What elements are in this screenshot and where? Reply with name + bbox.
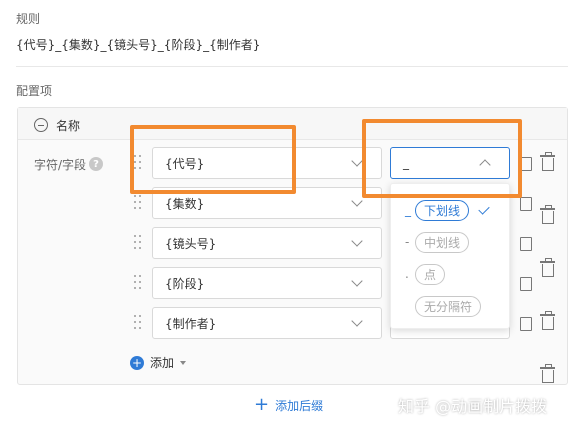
collapse-icon[interactable] (34, 118, 48, 132)
drag-handle-icon[interactable] (134, 195, 142, 211)
field-select-value: {集数} (165, 196, 205, 211)
caret-down-icon (180, 360, 187, 365)
highlight-box-separator (362, 119, 522, 198)
help-icon[interactable]: ? (89, 157, 103, 171)
option-symbol: _ (405, 203, 411, 217)
chevron-down-icon (351, 155, 363, 167)
highlight-box-field (130, 125, 296, 194)
rule-label: 规则 (16, 12, 41, 26)
check-icon (478, 202, 490, 215)
plus-icon: + (254, 394, 270, 415)
option-pill: 点 (415, 263, 446, 285)
option-pill: 下划线 (415, 199, 470, 221)
field-select-value: {阶段} (165, 276, 205, 291)
field-select[interactable]: {制作者} (152, 307, 382, 339)
copy-icon[interactable] (520, 317, 532, 331)
field-label: 字符/字段 (34, 158, 87, 172)
panel-title: 名称 (56, 119, 81, 133)
add-button[interactable]: + 添加 (130, 354, 187, 371)
drag-handle-icon[interactable] (134, 275, 142, 291)
delete-icon[interactable] (540, 311, 555, 330)
chevron-down-icon (351, 195, 363, 207)
field-select-value: {镜头号} (165, 236, 217, 251)
option-hyphen[interactable]: - 中划线 (391, 226, 509, 258)
config-label: 配置项 (16, 84, 53, 98)
drag-handle-icon[interactable] (134, 235, 142, 251)
add-suffix-button[interactable]: + 添加后缀 (254, 396, 323, 414)
option-symbol: - (405, 235, 410, 249)
chevron-down-icon (351, 275, 363, 287)
drag-handle-icon[interactable] (134, 315, 142, 331)
option-underscore[interactable]: _ 下划线 (391, 194, 509, 226)
option-dot[interactable]: . 点 (391, 258, 509, 290)
field-select[interactable]: {阶段} (152, 267, 382, 299)
option-none[interactable]: 无分隔符 (391, 290, 509, 322)
plus-icon: + (130, 355, 144, 370)
option-pill: 中划线 (415, 231, 470, 253)
field-select-value: {制作者} (165, 316, 217, 331)
field-select[interactable]: {镜头号} (152, 227, 382, 259)
separator-dropdown: _ 下划线 - 中划线 . 点 无分隔符 (390, 183, 510, 329)
chevron-down-icon (351, 315, 363, 327)
rule-value: {代号}_{集数}_{镜头号}_{阶段}_{制作者} (16, 38, 261, 52)
delete-icon[interactable] (540, 258, 555, 277)
delete-icon[interactable] (540, 152, 555, 171)
delete-icon[interactable] (540, 364, 555, 383)
watermark: 知乎 @动画制片拨拨 (398, 397, 548, 416)
divider (16, 66, 568, 67)
add-suffix-label: 添加后缀 (275, 398, 324, 413)
delete-icon[interactable] (540, 205, 555, 224)
copy-icon[interactable] (520, 277, 532, 291)
copy-icon[interactable] (520, 237, 532, 251)
option-pill: 无分隔符 (415, 295, 482, 317)
option-symbol: . (405, 267, 409, 281)
add-button-label: 添加 (150, 356, 175, 370)
copy-icon[interactable] (520, 197, 532, 211)
chevron-down-icon (351, 235, 363, 247)
